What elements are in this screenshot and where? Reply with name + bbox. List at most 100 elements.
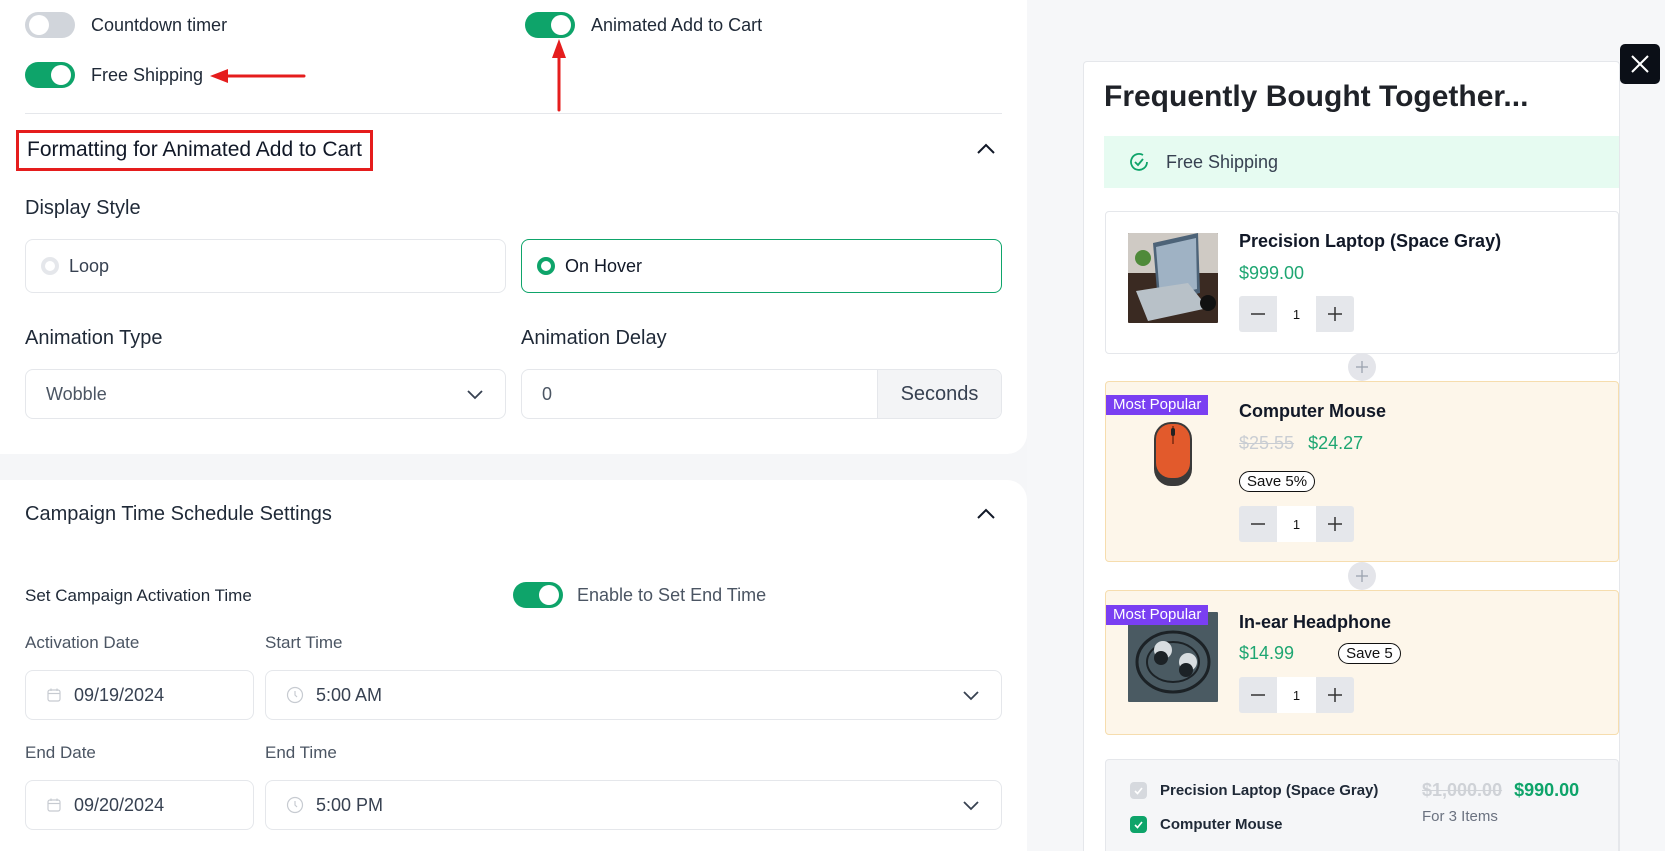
laptop-image: [1128, 233, 1218, 323]
end-time-value: 5:00 PM: [316, 794, 384, 815]
free-shipping-toggle-row: Free Shipping: [25, 62, 203, 88]
quantity-value[interactable]: 1: [1277, 677, 1316, 713]
save-badge-wrap: Save 5%: [1239, 471, 1316, 492]
start-time-select[interactable]: 5:00 AM: [265, 670, 1002, 720]
loop-label: Loop: [69, 255, 110, 276]
chevron-up-icon[interactable]: [974, 502, 998, 526]
summary-checkbox-disabled[interactable]: [1130, 782, 1147, 799]
end-date-input[interactable]: 09/20/2024: [25, 780, 254, 830]
increase-qty-button[interactable]: [1316, 506, 1354, 542]
animation-type-value: Wobble: [46, 383, 107, 404]
display-style-on-hover-option[interactable]: On Hover: [521, 239, 1002, 293]
countdown-timer-toggle-row: Countdown timer: [25, 12, 227, 38]
plus-icon: [1328, 517, 1342, 531]
product-card-mouse: Most Popular Computer Mouse $25.55 $24.2…: [1105, 381, 1619, 562]
settings-panel: Countdown timer Animated Add to Cart Fre…: [0, 0, 1027, 851]
clock-icon: [286, 796, 304, 814]
product-price: $999.00: [1239, 263, 1305, 283]
product-price: $24.27: [1308, 433, 1364, 453]
check-circle-icon: [1130, 153, 1148, 171]
summary-new-total: $990.00: [1514, 780, 1580, 800]
schedule-section-title[interactable]: Campaign Time Schedule Settings: [25, 503, 332, 526]
display-style-label: Display Style: [25, 197, 141, 219]
display-style-loop-option[interactable]: Loop: [25, 239, 506, 293]
chevron-down-icon: [963, 691, 979, 701]
most-popular-badge: Most Popular: [1106, 605, 1209, 625]
animation-delay-input-group: Seconds: [521, 369, 1002, 419]
free-shipping-banner-text: Free Shipping: [1166, 151, 1279, 172]
animation-delay-input[interactable]: [522, 370, 877, 418]
annotation-arrow-left-icon: [210, 69, 306, 83]
increase-qty-button[interactable]: [1316, 296, 1354, 332]
increase-qty-button[interactable]: [1316, 677, 1354, 713]
free-shipping-label: Free Shipping: [91, 64, 204, 85]
calendar-icon: [47, 688, 61, 702]
summary-item: Computer Mouse: [1130, 816, 1283, 833]
animated-add-to-cart-toggle-row: Animated Add to Cart: [525, 12, 762, 38]
free-shipping-banner: Free Shipping: [1104, 136, 1619, 188]
activation-date-value: 09/19/2024: [74, 684, 165, 705]
formatting-section-title[interactable]: Formatting for Animated Add to Cart: [16, 130, 373, 171]
summary-checkbox[interactable]: [1130, 816, 1147, 833]
end-date-value: 09/20/2024: [74, 794, 165, 815]
decrease-qty-button[interactable]: [1239, 506, 1277, 542]
free-shipping-toggle[interactable]: [25, 62, 75, 88]
product-name: In-ear Headphone: [1239, 612, 1392, 632]
most-popular-badge: Most Popular: [1106, 395, 1209, 415]
plus-icon: [1328, 307, 1342, 321]
close-preview-button[interactable]: [1620, 44, 1660, 84]
annotation-arrow-up-icon: [552, 39, 566, 112]
start-time-display: 5:00 AM: [286, 685, 382, 706]
product-card-laptop: Precision Laptop (Space Gray) $999.00 1: [1105, 211, 1619, 354]
minus-icon: [1251, 313, 1265, 315]
summary-item-label: Precision Laptop (Space Gray): [1160, 782, 1379, 799]
chevron-down-icon: [467, 390, 483, 400]
summary-item: Precision Laptop (Space Gray): [1130, 782, 1378, 799]
radio-unselected-icon: [41, 257, 59, 275]
product-price: $14.99: [1239, 643, 1295, 663]
minus-icon: [1251, 523, 1265, 525]
section-divider: [25, 113, 1002, 114]
bundle-summary: Precision Laptop (Space Gray) Computer M…: [1105, 759, 1619, 851]
activation-date-input[interactable]: 09/19/2024: [25, 670, 254, 720]
countdown-timer-toggle[interactable]: [25, 12, 75, 38]
product-card-headphone: Most Popular In-ear Headphone $14.99 Sav…: [1105, 590, 1619, 735]
headphone-image: [1128, 612, 1218, 702]
quantity-stepper: 1: [1239, 677, 1354, 713]
quantity-value[interactable]: 1: [1277, 296, 1316, 332]
quantity-value[interactable]: 1: [1277, 506, 1316, 542]
end-time-select[interactable]: 5:00 PM: [265, 780, 1002, 830]
product-name: Computer Mouse: [1239, 401, 1387, 421]
end-time-label: End Time: [265, 743, 337, 762]
bundle-plus-separator: [1348, 562, 1376, 590]
animation-type-label: Animation Type: [25, 327, 163, 349]
animated-add-to-cart-label: Animated Add to Cart: [591, 14, 763, 35]
close-icon: [1631, 55, 1649, 73]
check-icon: [1134, 787, 1143, 795]
end-date-label: End Date: [25, 743, 96, 762]
chevron-up-icon[interactable]: [974, 137, 998, 161]
summary-item-count: For 3 Items: [1422, 808, 1498, 825]
quantity-stepper: 1: [1239, 506, 1354, 542]
clock-icon: [286, 686, 304, 704]
end-time-display: 5:00 PM: [286, 795, 383, 816]
animation-delay-label: Animation Delay: [521, 327, 667, 349]
end-time-toggle-label: Enable to Set End Time: [577, 584, 767, 605]
start-time-label: Start Time: [265, 633, 343, 652]
save-badge: Save 5: [1338, 643, 1401, 664]
product-name: Precision Laptop (Space Gray): [1239, 231, 1502, 251]
plus-icon: [1356, 361, 1368, 373]
countdown-timer-label: Countdown timer: [91, 14, 228, 35]
minus-icon: [1251, 694, 1265, 696]
animation-type-select[interactable]: Wobble: [25, 369, 506, 419]
radio-selected-icon: [537, 257, 555, 275]
campaign-schedule-card: Campaign Time Schedule Settings Set Camp…: [0, 480, 1027, 851]
end-time-toggle[interactable]: [513, 582, 563, 608]
start-time-value: 5:00 AM: [316, 684, 383, 705]
decrease-qty-button[interactable]: [1239, 296, 1277, 332]
product-old-price: $25.55: [1239, 433, 1295, 453]
decrease-qty-button[interactable]: [1239, 677, 1277, 713]
animated-add-to-cart-toggle[interactable]: [525, 12, 575, 38]
on-hover-label: On Hover: [565, 255, 643, 276]
fbt-title: Frequently Bought Together...: [1104, 80, 1529, 113]
